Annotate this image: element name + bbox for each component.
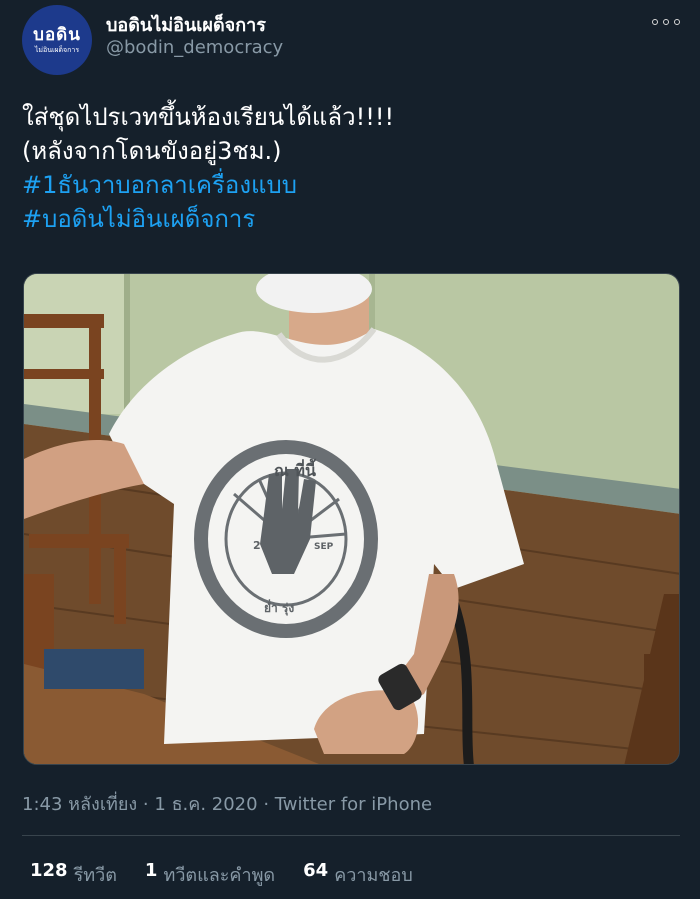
user-handle[interactable]: @bodin_democracy [106,37,283,58]
likes-stat[interactable]: 64 ความชอบ [303,860,413,889]
meta-separator: · [142,794,149,815]
more-dot [674,19,680,25]
tweet-time[interactable]: 1:43 หลังเที่ยง [22,794,137,815]
jeans [44,649,144,689]
tweet-line: ใส่ชุดไปรเวทขึ้นห้องเรียนได้แล้ว!!!! [22,103,395,131]
logo-date-month: SEP [314,542,334,552]
logo-date-day: 20 [253,539,269,552]
tweet-photo[interactable]: 20 SEP ณ ที่นี้ ย่ำ รุ่ง [23,273,680,765]
retweets-stat[interactable]: 128 รีทวีต [30,860,117,889]
wall-seam [124,274,130,414]
quotes-label: ทวีตและคำพูด [163,865,276,886]
quotes-stat[interactable]: 1 ทวีตและคำพูด [145,860,275,889]
display-name[interactable]: บอดินไม่อินเผด็จการ [106,10,266,39]
wall-panel [24,274,124,414]
divider [22,835,680,836]
tweet-card: บอดิน ไม่อินเผด็จการ บอดินไม่อินเผด็จการ… [0,0,700,899]
retweets-count: 128 [30,860,68,881]
tweet-stats: 128 รีทวีต 1 ทวีตและคำพูด 64 ความชอบ [30,860,413,889]
tweet-meta: 1:43 หลังเที่ยง · 1 ธ.ค. 2020 · Twitter … [22,789,432,818]
avatar-text-main: บอดิน [33,24,81,45]
avatar-text-sub: ไม่อินเผด็จการ [34,45,80,54]
likes-count: 64 [303,860,329,881]
meta-separator: · [263,794,270,815]
more-dot [652,19,658,25]
more-dot [663,19,669,25]
retweets-label: รีทวีต [73,865,117,886]
quotes-count: 1 [144,860,158,881]
hashtag-link[interactable]: #บอดินไม่อินเผด็จการ [22,202,682,236]
tweet-line: (หลังจากโดนขังอยู่3ชม.) [22,137,282,165]
logo-top-text: ณ ที่นี้ [274,458,316,480]
hashtag-link[interactable]: #1ธันวาบอกลาเครื่องแบบ [22,168,682,202]
photo-illustration: 20 SEP ณ ที่นี้ ย่ำ รุ่ง [24,274,679,764]
avatar[interactable]: บอดิน ไม่อินเผด็จการ [22,5,92,75]
more-options-icon[interactable] [652,10,680,34]
likes-label: ความชอบ [334,865,413,886]
tweet-date[interactable]: 1 ธ.ค. 2020 [154,794,257,815]
tweet-source[interactable]: Twitter for iPhone [275,794,432,815]
logo-bottom-text: ย่ำ รุ่ง [264,599,294,616]
shirt-logo: 20 SEP ณ ที่นี้ ย่ำ รุ่ง [194,440,378,638]
tweet-text: ใส่ชุดไปรเวทขึ้นห้องเรียนได้แล้ว!!!! (หล… [22,100,682,236]
